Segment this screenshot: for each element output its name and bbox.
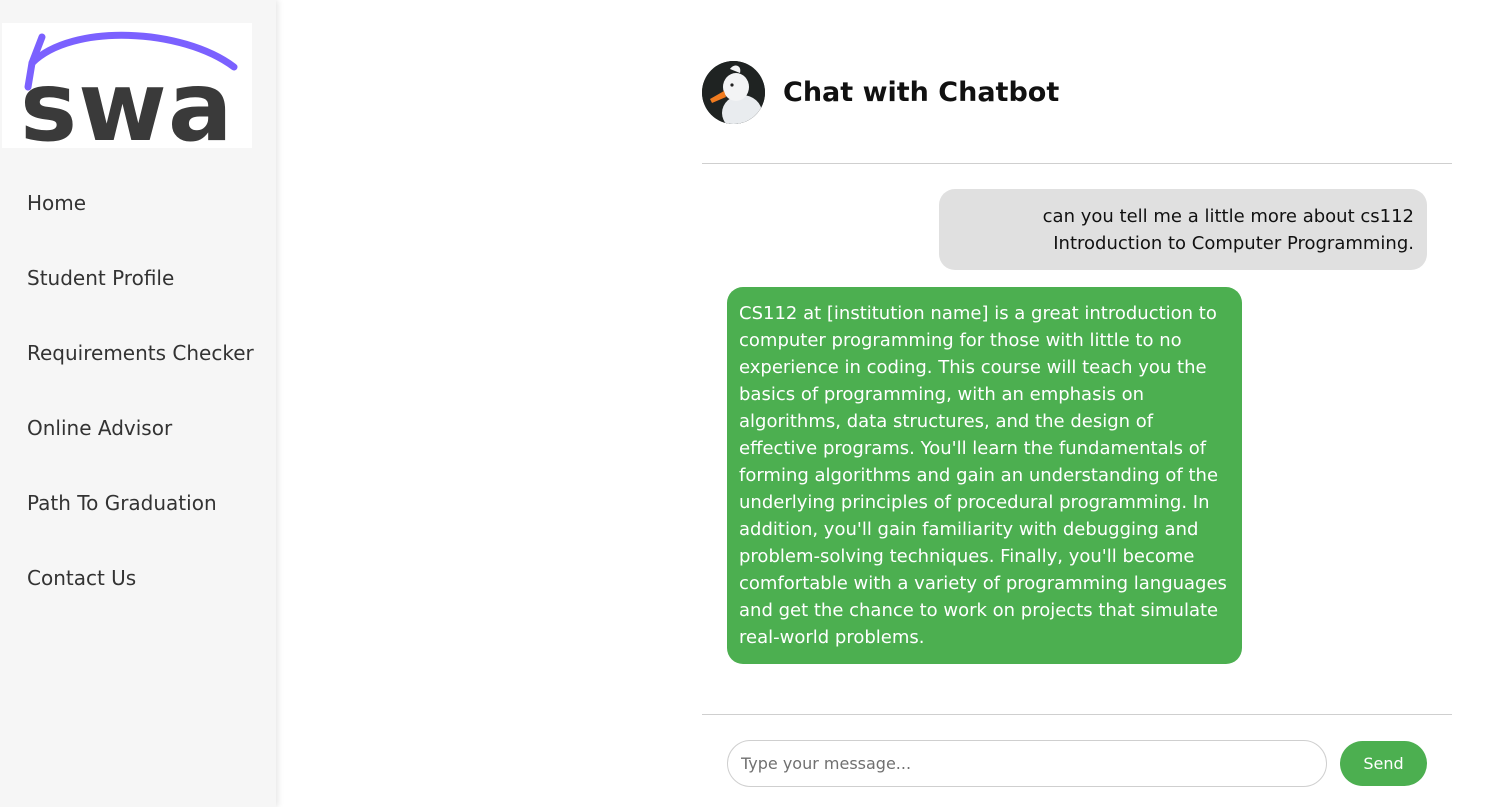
message-input[interactable] <box>727 740 1327 787</box>
chat-panel: Chat with Chatbot can you tell me a litt… <box>702 0 1452 807</box>
logo-text: swa <box>20 51 234 148</box>
header-divider <box>702 163 1452 164</box>
sidebar-item-contact-us[interactable]: Contact Us <box>27 563 262 593</box>
message-input-row: Send <box>727 740 1427 788</box>
sidebar-item-path-to-graduation[interactable]: Path To Graduation <box>27 488 262 518</box>
duck-avatar-icon <box>702 61 765 124</box>
sidebar-item-requirements-checker[interactable]: Requirements Checker <box>27 338 262 368</box>
logo[interactable]: swa <box>2 23 252 148</box>
chat-title: Chat with Chatbot <box>783 77 1060 108</box>
chat-header: Chat with Chatbot <box>702 61 1452 125</box>
sidebar-item-student-profile[interactable]: Student Profile <box>27 263 262 293</box>
sidebar-item-home[interactable]: Home <box>27 188 262 218</box>
sidebar-nav: Home Student Profile Requirements Checke… <box>27 188 262 638</box>
avatar <box>702 61 765 124</box>
send-button[interactable]: Send <box>1340 741 1427 786</box>
input-divider <box>702 714 1452 715</box>
user-message: can you tell me a little more about cs11… <box>939 189 1427 270</box>
sidebar-item-online-advisor[interactable]: Online Advisor <box>27 413 262 443</box>
bot-message: CS112 at [institution name] is a great i… <box>727 287 1242 664</box>
sidebar: swa Home Student Profile Requirements Ch… <box>0 0 276 807</box>
